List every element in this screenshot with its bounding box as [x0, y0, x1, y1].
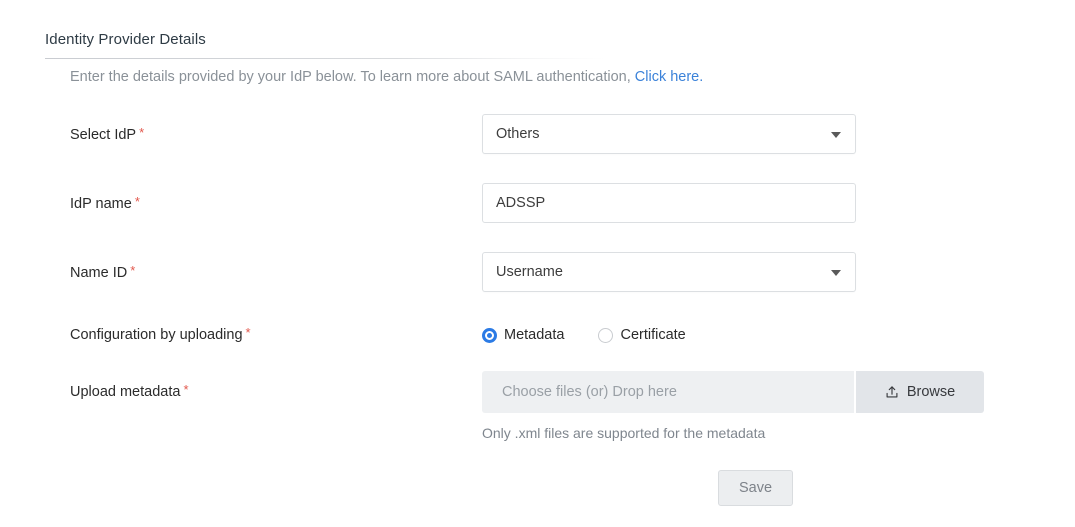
browse-button-label: Browse [906, 384, 956, 400]
page-title: Identity Provider Details [45, 31, 206, 48]
intro-text-body: Enter the details provided by your IdP b… [70, 69, 635, 85]
form-row-name-id: Name ID * Username [0, 246, 1075, 315]
file-upload-control: Choose files (or) Drop here Browse [482, 371, 984, 413]
control-select-idp: Others [482, 114, 856, 154]
intro-text: Enter the details provided by your IdP b… [70, 66, 703, 88]
file-drop-zone[interactable]: Choose files (or) Drop here [482, 371, 856, 413]
saml-learn-more-link[interactable]: Click here. [635, 69, 704, 85]
chevron-down-icon [831, 132, 841, 138]
label-idp-name-text: IdP name [70, 196, 132, 212]
upload-hint-text: Only .xml files are supported for the me… [482, 425, 766, 441]
name-id-dropdown[interactable]: Username [482, 252, 856, 292]
radio-option-metadata[interactable]: Metadata [482, 327, 564, 343]
form-row-select-idp: Select IdP * Others [0, 108, 1075, 177]
form-actions: Save [718, 470, 793, 506]
config-upload-radio-group: Metadata Certificate [482, 324, 686, 346]
required-asterisk: * [134, 194, 140, 209]
form-row-idp-name: IdP name * [0, 177, 1075, 246]
label-config-upload: Configuration by uploading * [70, 326, 251, 345]
label-upload-metadata: Upload metadata * [70, 383, 189, 402]
select-idp-dropdown[interactable]: Others [482, 114, 856, 154]
label-idp-name: IdP name * [70, 195, 140, 214]
required-asterisk: * [130, 263, 136, 278]
radio-option-certificate-label: Certificate [620, 327, 686, 343]
control-upload-metadata: Choose files (or) Drop here Browse Only … [482, 371, 984, 441]
label-name-id: Name ID * [70, 264, 135, 283]
file-drop-zone-placeholder: Choose files (or) Drop here [502, 384, 677, 400]
required-asterisk: * [139, 125, 145, 140]
radio-unselected-icon [598, 327, 614, 343]
control-idp-name [482, 183, 856, 223]
control-name-id: Username [482, 252, 856, 292]
label-name-id-text: Name ID [70, 265, 128, 281]
form-row-config-upload: Configuration by uploading * Metadata Cer… [0, 315, 1075, 371]
upload-icon [885, 385, 899, 399]
section-header: Identity Provider Details [45, 30, 1045, 59]
label-select-idp: Select IdP * [70, 126, 144, 145]
save-button[interactable]: Save [718, 470, 793, 506]
identity-provider-form: Select IdP* Others IdP name* Name ID* [0, 108, 1075, 441]
header-divider [45, 58, 745, 59]
select-idp-value: Others [496, 126, 540, 142]
required-asterisk: * [183, 382, 189, 397]
name-id-value: Username [496, 264, 563, 280]
radio-selected-icon [482, 327, 497, 343]
chevron-down-icon [831, 270, 841, 276]
label-config-upload-text: Configuration by uploading [70, 327, 243, 343]
label-upload-metadata-text: Upload metadata [70, 384, 181, 400]
required-asterisk: * [245, 325, 251, 340]
idp-name-input[interactable] [482, 183, 856, 223]
control-config-upload: Metadata Certificate [482, 324, 686, 346]
form-row-upload-metadata: Upload metadata * Choose files (or) Drop … [0, 371, 1075, 441]
browse-button[interactable]: Browse [856, 371, 984, 413]
label-select-idp-text: Select IdP [70, 127, 137, 143]
radio-option-metadata-label: Metadata [504, 327, 565, 343]
identity-provider-details-page: Identity Provider Details Enter the deta… [0, 0, 1075, 527]
radio-option-certificate[interactable]: Certificate [598, 327, 686, 343]
